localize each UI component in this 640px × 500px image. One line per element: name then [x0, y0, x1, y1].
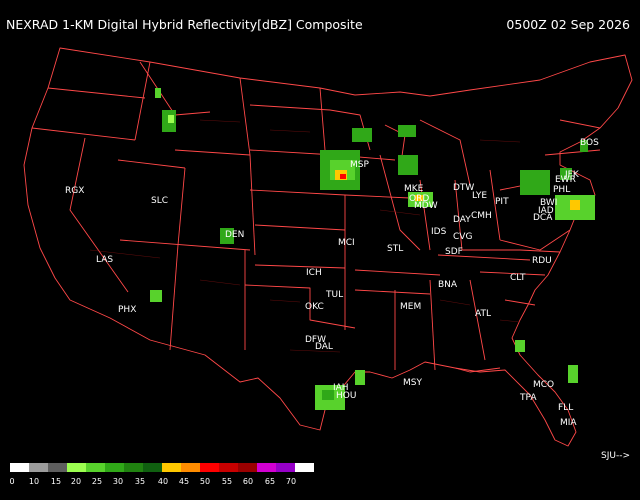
scale-swatch	[200, 463, 219, 472]
scale-tick-label: 65	[264, 477, 276, 486]
station-label: OKC	[305, 302, 324, 312]
station-label: DAY	[453, 215, 471, 225]
scale-tick-label: 70	[285, 477, 297, 486]
scale-swatch	[238, 463, 257, 472]
offmap-indicator: SJU-->	[601, 451, 630, 461]
scale-swatch	[105, 463, 124, 472]
scale-swatch	[257, 463, 276, 472]
station-label: TPA	[519, 393, 537, 403]
station-label: EWR	[555, 175, 576, 185]
scale-swatch	[86, 463, 105, 472]
radar-echoes	[150, 88, 595, 410]
station-label: DEN	[225, 230, 244, 240]
scale-tick-label: 60	[242, 477, 254, 486]
station-label: ATL	[475, 309, 491, 319]
scale-swatch	[67, 463, 86, 472]
scale-swatch	[295, 463, 314, 472]
station-label: MIA	[560, 418, 577, 428]
station-label: BNA	[438, 280, 458, 290]
scale-tick-label: 0	[9, 477, 15, 486]
scale-swatch	[219, 463, 238, 472]
station-label: CMH	[471, 211, 492, 221]
scale-tick-label: 55	[221, 477, 233, 486]
scale-swatch	[124, 463, 143, 472]
station-label: PHL	[553, 185, 570, 195]
scale-tick-label: 50	[199, 477, 211, 486]
scale-swatch	[276, 463, 295, 472]
scale-tick-label: 30	[112, 477, 124, 486]
scale-tick-label: 15	[50, 477, 62, 486]
station-label: SDF	[445, 247, 463, 257]
scale-swatch	[143, 463, 162, 472]
station-label: MCO	[533, 380, 554, 390]
scale-swatch	[48, 463, 67, 472]
station-label: MSY	[403, 378, 422, 388]
station-label: RGX	[65, 186, 84, 196]
station-label: SLC	[151, 196, 168, 206]
radar-map: BOS JFK EWR PHL BWI IAD DCA PIT LYE CMH …	[23, 47, 633, 447]
station-label: DTW	[453, 183, 474, 193]
scale-tick-label: 25	[91, 477, 103, 486]
station-label: DCA	[533, 213, 553, 223]
radar-composite-screen: NEXRAD 1-KM Digital Hybrid Reflectivity[…	[0, 0, 640, 500]
station-label: DAL	[315, 342, 333, 352]
scale-swatch	[10, 463, 29, 472]
scale-swatch	[181, 463, 200, 472]
scale-tick-label: 45	[178, 477, 190, 486]
station-label: LAS	[96, 255, 113, 265]
station-label: PHX	[118, 305, 136, 315]
scale-tick-label: 35	[134, 477, 146, 486]
station-label: CLT	[510, 273, 526, 283]
station-label: CVG	[453, 232, 472, 242]
scale-swatch	[162, 463, 181, 472]
station-label: MDW	[414, 201, 438, 211]
station-label: TUL	[325, 290, 343, 300]
scale-tick-label: 10	[28, 477, 40, 486]
station-label: RDU	[532, 256, 552, 266]
color-scale-ticks: 0 10 15 20 25 30 35 40 45 50 55 60 65 70	[0, 477, 640, 489]
station-label: HOU	[336, 391, 356, 401]
station-label: STL	[387, 244, 403, 254]
station-label: MEM	[400, 302, 421, 312]
station-label: MSP	[350, 160, 369, 170]
station-label: MKE	[404, 184, 424, 194]
station-label: PIT	[495, 197, 509, 207]
scale-tick-label: 40	[157, 477, 169, 486]
scale-tick-label: 20	[70, 477, 82, 486]
station-label: MCI	[338, 238, 355, 248]
scale-swatch	[29, 463, 48, 472]
station-label: BOS	[580, 138, 599, 148]
station-label: FLL	[558, 403, 573, 413]
color-scale	[10, 463, 314, 472]
station-label: IDS	[431, 227, 447, 237]
station-label: ICH	[306, 268, 322, 278]
